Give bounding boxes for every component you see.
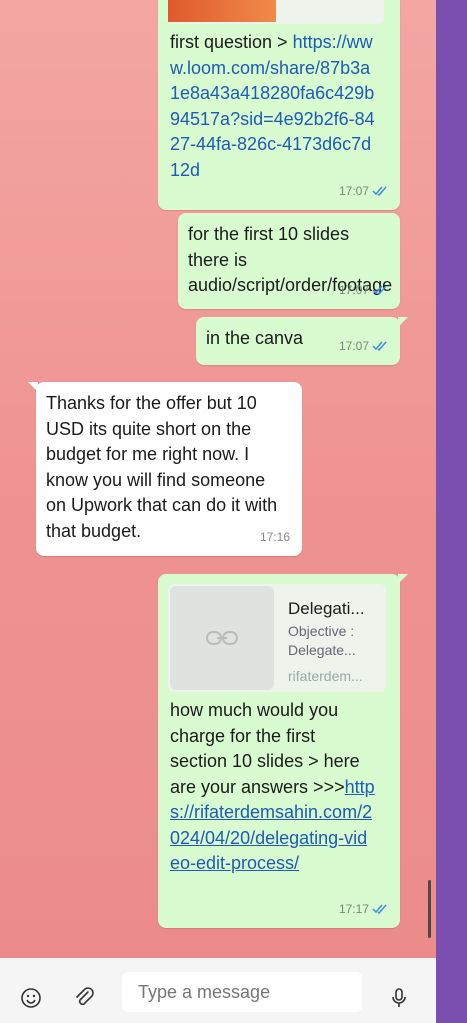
- message-text: in the canva: [206, 328, 304, 348]
- message-text: Thanks for the offer but 10 USD its quit…: [46, 393, 278, 541]
- message-meta: 17:07: [339, 334, 388, 360]
- link-icon: [206, 631, 238, 645]
- message-link[interactable]: https://www.loom.com/share/87b3a1e8a43a4…: [170, 32, 375, 180]
- message-bubble[interactable]: for the first 10 slides there is audio/s…: [178, 213, 400, 309]
- emoji-icon[interactable]: [19, 986, 43, 1010]
- message-meta: 17:07: [339, 179, 388, 205]
- double-check-icon: [372, 285, 387, 296]
- message-meta: 17:16: [259, 529, 290, 544]
- chat-area: first question > https://www.loom.com/sh…: [0, 0, 436, 958]
- preview-title: Delegati...: [288, 599, 365, 618]
- scrollbar[interactable]: [428, 880, 431, 938]
- preview-description: Objective : Delegate...: [288, 623, 356, 658]
- preview-domain: rifaterdem...: [288, 668, 363, 684]
- message-meta: 17:07: [339, 278, 388, 304]
- bubble-tail: [398, 317, 408, 327]
- message-bubble-top-partial[interactable]: first question > https://www.loom.com/sh…: [158, 0, 400, 210]
- message-bubble[interactable]: in the canva 17:07: [196, 317, 408, 365]
- microphone-icon[interactable]: [387, 986, 411, 1010]
- paperclip-icon[interactable]: [72, 986, 96, 1010]
- message-text: how much would you charge for the first …: [170, 700, 375, 873]
- message-bubble-incoming[interactable]: Thanks for the offer but 10 USD its quit…: [28, 382, 302, 556]
- bubble-tail: [28, 382, 38, 392]
- composer: Type a message: [0, 958, 436, 1023]
- message-bubble[interactable]: Delegati... Objective : Delegate... rifa…: [158, 574, 408, 928]
- message-input[interactable]: Type a message: [122, 972, 362, 1012]
- double-check-icon: [372, 186, 387, 197]
- link-preview[interactable]: Delegati... Objective : Delegate... rifa…: [168, 584, 386, 692]
- double-check-icon: [372, 904, 387, 915]
- double-check-icon: [372, 341, 387, 352]
- bubble-tail: [398, 574, 408, 584]
- side-panel: [436, 0, 467, 1023]
- message-text: first question > https://www.loom.com/sh…: [170, 32, 375, 180]
- message-meta: 17:17: [339, 897, 388, 923]
- preview-image: [168, 0, 276, 22]
- link-preview-thumbnail[interactable]: [168, 0, 384, 24]
- preview-thumbnail: [170, 586, 274, 690]
